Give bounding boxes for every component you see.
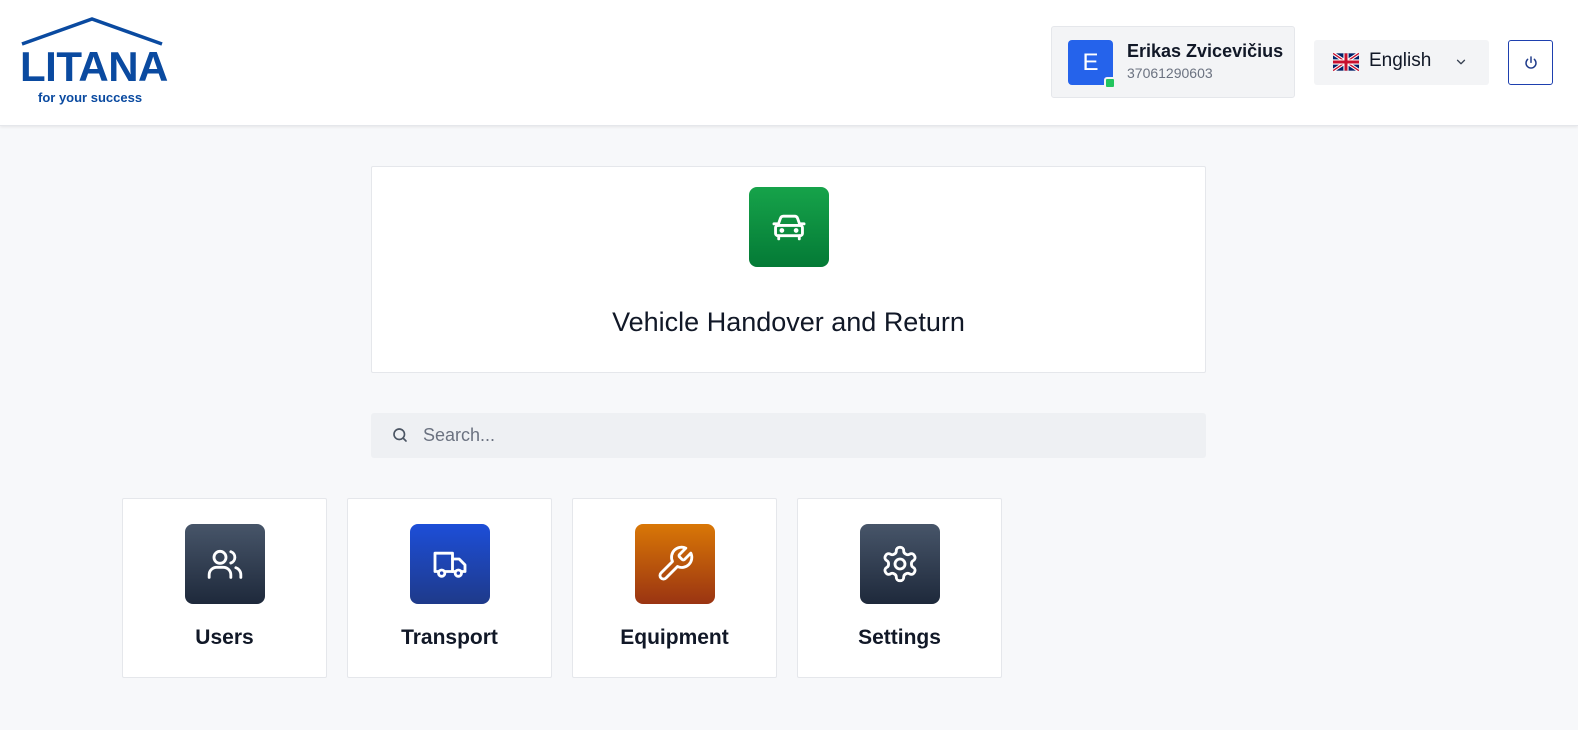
tile-transport[interactable]: Transport bbox=[347, 498, 552, 678]
tile-label-transport: Transport bbox=[401, 626, 498, 649]
tile-users[interactable]: Users bbox=[122, 498, 327, 678]
user-phone: 37061290603 bbox=[1127, 65, 1213, 81]
tile-icon-transport bbox=[410, 524, 490, 604]
logo-tagline: for your success bbox=[38, 90, 143, 105]
uk-flag-icon bbox=[1333, 52, 1359, 72]
logo-roof-icon bbox=[21, 17, 163, 46]
hero-icon-tile bbox=[749, 187, 829, 267]
tile-equipment[interactable]: Equipment bbox=[572, 498, 777, 678]
search-bar bbox=[371, 413, 1206, 458]
car-icon bbox=[772, 214, 806, 241]
online-status-indicator bbox=[1104, 77, 1116, 89]
search-input[interactable] bbox=[423, 413, 1183, 458]
app-header: LITANA for your success E Erikas Zvicevi… bbox=[0, 0, 1578, 126]
user-name: Erikas Zvicevičius bbox=[1127, 41, 1284, 61]
gear-icon bbox=[883, 545, 917, 583]
user-profile-card[interactable]: E Erikas Zvicevičius 37061290603 bbox=[1051, 26, 1295, 98]
logo-wordmark: LITANA bbox=[20, 43, 168, 90]
tile-label-settings: Settings bbox=[858, 626, 941, 649]
wrench-icon bbox=[658, 545, 694, 581]
tile-icon-equipment bbox=[635, 524, 715, 604]
logout-button[interactable] bbox=[1508, 40, 1553, 85]
chevron-down-icon bbox=[1456, 59, 1466, 65]
language-selector[interactable]: English bbox=[1314, 40, 1489, 85]
litana-logo[interactable]: LITANA for your success bbox=[20, 16, 176, 108]
power-icon bbox=[1524, 55, 1537, 69]
truck-icon bbox=[433, 551, 467, 578]
vehicle-handover-card[interactable]: Vehicle Handover and Return bbox=[371, 166, 1206, 373]
language-label: English bbox=[1369, 50, 1432, 71]
users-icon bbox=[207, 549, 243, 579]
tile-label-equipment: Equipment bbox=[620, 626, 729, 649]
tile-icon-settings bbox=[860, 524, 940, 604]
tile-settings[interactable]: Settings bbox=[797, 498, 1002, 678]
tile-label-users: Users bbox=[195, 626, 254, 649]
hero-title: Vehicle Handover and Return bbox=[612, 307, 965, 337]
search-icon bbox=[393, 428, 407, 442]
tile-icon-users bbox=[185, 524, 265, 604]
